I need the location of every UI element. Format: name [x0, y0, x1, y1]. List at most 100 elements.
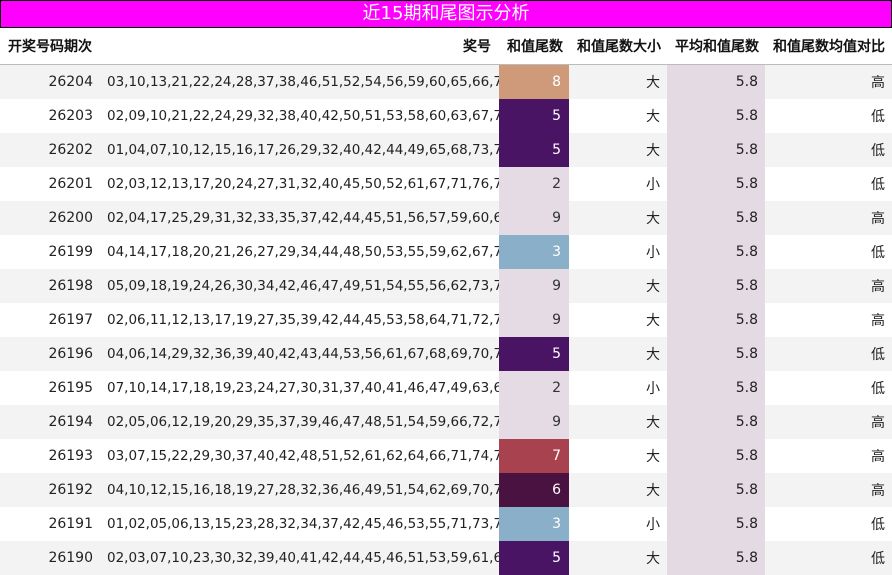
- cell-avg: 5.8: [667, 235, 765, 269]
- header-row: 开奖号码期次 奖号 和值尾数 和值尾数大小 平均和值尾数 和值尾数均值对比: [0, 28, 892, 65]
- cell-tail: 9: [499, 201, 569, 235]
- table-row: 26193 03,07,15,22,29,30,37,40,42,48,51,52…: [0, 439, 892, 473]
- cell-avg: 5.8: [667, 167, 765, 201]
- cell-issue: 26192: [0, 473, 100, 507]
- cell-numbers: 04,06,14,29,32,36,39,40,42,43,44,53,56,6…: [100, 337, 499, 371]
- cell-avg: 5.8: [667, 303, 765, 337]
- cell-tail: 9: [499, 303, 569, 337]
- cell-compare: 低: [765, 235, 892, 269]
- cell-numbers: 02,09,10,21,22,24,29,32,38,40,42,50,51,5…: [100, 99, 499, 133]
- cell-issue: 26195: [0, 371, 100, 405]
- cell-compare: 高: [765, 269, 892, 303]
- cell-compare: 低: [765, 133, 892, 167]
- cell-size: 大: [569, 269, 667, 303]
- cell-issue: 26203: [0, 99, 100, 133]
- analysis-table: 开奖号码期次 奖号 和值尾数 和值尾数大小 平均和值尾数 和值尾数均值对比 26…: [0, 28, 892, 575]
- cell-avg: 5.8: [667, 133, 765, 167]
- table-row: 26198 05,09,18,19,24,26,30,34,42,46,47,49…: [0, 269, 892, 303]
- cell-numbers: 07,10,14,17,18,19,23,24,27,30,31,37,40,4…: [100, 371, 499, 405]
- table-body: 26204 03,10,13,21,22,24,28,37,38,46,51,52…: [0, 64, 892, 575]
- cell-size: 大: [569, 133, 667, 167]
- cell-issue: 26190: [0, 541, 100, 575]
- header-size: 和值尾数大小: [569, 28, 667, 65]
- cell-compare: 高: [765, 473, 892, 507]
- table-row: 26201 02,03,12,13,17,20,24,27,31,32,40,45…: [0, 167, 892, 201]
- cell-size: 大: [569, 99, 667, 133]
- header-issue: 开奖号码期次: [0, 28, 100, 65]
- cell-avg: 5.8: [667, 541, 765, 575]
- cell-avg: 5.8: [667, 371, 765, 405]
- cell-compare: 低: [765, 167, 892, 201]
- cell-numbers: 03,07,15,22,29,30,37,40,42,48,51,52,61,6…: [100, 439, 499, 473]
- header-tail: 和值尾数: [499, 28, 569, 65]
- cell-numbers: 02,03,07,10,23,30,32,39,40,41,42,44,45,4…: [100, 541, 499, 575]
- cell-numbers: 02,06,11,12,13,17,19,27,35,39,42,44,45,5…: [100, 303, 499, 337]
- cell-issue: 26197: [0, 303, 100, 337]
- cell-compare: 低: [765, 337, 892, 371]
- cell-tail: 5: [499, 133, 569, 167]
- table-row: 26190 02,03,07,10,23,30,32,39,40,41,42,44…: [0, 541, 892, 575]
- cell-size: 小: [569, 371, 667, 405]
- page-title: 近15期和尾图示分析: [0, 0, 892, 28]
- cell-compare: 高: [765, 439, 892, 473]
- cell-avg: 5.8: [667, 64, 765, 99]
- table-row: 26202 01,04,07,10,12,15,16,17,26,29,32,40…: [0, 133, 892, 167]
- cell-avg: 5.8: [667, 439, 765, 473]
- cell-tail: 5: [499, 337, 569, 371]
- cell-issue: 26200: [0, 201, 100, 235]
- cell-avg: 5.8: [667, 405, 765, 439]
- cell-tail: 3: [499, 507, 569, 541]
- cell-issue: 26198: [0, 269, 100, 303]
- table-row: 26199 04,14,17,18,20,21,26,27,29,34,44,48…: [0, 235, 892, 269]
- cell-issue: 26199: [0, 235, 100, 269]
- cell-size: 大: [569, 201, 667, 235]
- cell-numbers: 01,04,07,10,12,15,16,17,26,29,32,40,42,4…: [100, 133, 499, 167]
- cell-avg: 5.8: [667, 507, 765, 541]
- cell-size: 大: [569, 303, 667, 337]
- cell-numbers: 02,05,06,12,19,20,29,35,37,39,46,47,48,5…: [100, 405, 499, 439]
- table-row: 26192 04,10,12,15,16,18,19,27,28,32,36,46…: [0, 473, 892, 507]
- table-row: 26191 01,02,05,06,13,15,23,28,32,34,37,42…: [0, 507, 892, 541]
- cell-size: 小: [569, 235, 667, 269]
- cell-numbers: 02,03,12,13,17,20,24,27,31,32,40,45,50,5…: [100, 167, 499, 201]
- cell-compare: 高: [765, 201, 892, 235]
- table-row: 26195 07,10,14,17,18,19,23,24,27,30,31,37…: [0, 371, 892, 405]
- cell-size: 大: [569, 64, 667, 99]
- cell-numbers: 01,02,05,06,13,15,23,28,32,34,37,42,45,4…: [100, 507, 499, 541]
- cell-tail: 2: [499, 371, 569, 405]
- cell-numbers: 04,14,17,18,20,21,26,27,29,34,44,48,50,5…: [100, 235, 499, 269]
- cell-compare: 低: [765, 371, 892, 405]
- cell-issue: 26202: [0, 133, 100, 167]
- cell-tail: 7: [499, 439, 569, 473]
- cell-avg: 5.8: [667, 337, 765, 371]
- cell-issue: 26193: [0, 439, 100, 473]
- table-row: 26194 02,05,06,12,19,20,29,35,37,39,46,47…: [0, 405, 892, 439]
- cell-size: 大: [569, 405, 667, 439]
- header-numbers: 奖号: [100, 28, 499, 65]
- cell-numbers: 03,10,13,21,22,24,28,37,38,46,51,52,54,5…: [100, 64, 499, 99]
- cell-tail: 9: [499, 405, 569, 439]
- cell-issue: 26194: [0, 405, 100, 439]
- cell-compare: 低: [765, 541, 892, 575]
- cell-avg: 5.8: [667, 201, 765, 235]
- table-row: 26196 04,06,14,29,32,36,39,40,42,43,44,53…: [0, 337, 892, 371]
- cell-numbers: 05,09,18,19,24,26,30,34,42,46,47,49,51,5…: [100, 269, 499, 303]
- cell-tail: 5: [499, 541, 569, 575]
- cell-size: 大: [569, 337, 667, 371]
- cell-tail: 5: [499, 99, 569, 133]
- table-row: 26197 02,06,11,12,13,17,19,27,35,39,42,44…: [0, 303, 892, 337]
- cell-numbers: 02,04,17,25,29,31,32,33,35,37,42,44,45,5…: [100, 201, 499, 235]
- cell-issue: 26201: [0, 167, 100, 201]
- cell-compare: 高: [765, 64, 892, 99]
- cell-numbers: 04,10,12,15,16,18,19,27,28,32,36,46,49,5…: [100, 473, 499, 507]
- cell-issue: 26204: [0, 64, 100, 99]
- cell-tail: 2: [499, 167, 569, 201]
- cell-compare: 低: [765, 99, 892, 133]
- cell-compare: 低: [765, 507, 892, 541]
- header-compare: 和值尾数均值对比: [765, 28, 892, 65]
- table-row: 26204 03,10,13,21,22,24,28,37,38,46,51,52…: [0, 64, 892, 99]
- cell-avg: 5.8: [667, 473, 765, 507]
- header-avg: 平均和值尾数: [667, 28, 765, 65]
- cell-tail: 9: [499, 269, 569, 303]
- cell-compare: 高: [765, 303, 892, 337]
